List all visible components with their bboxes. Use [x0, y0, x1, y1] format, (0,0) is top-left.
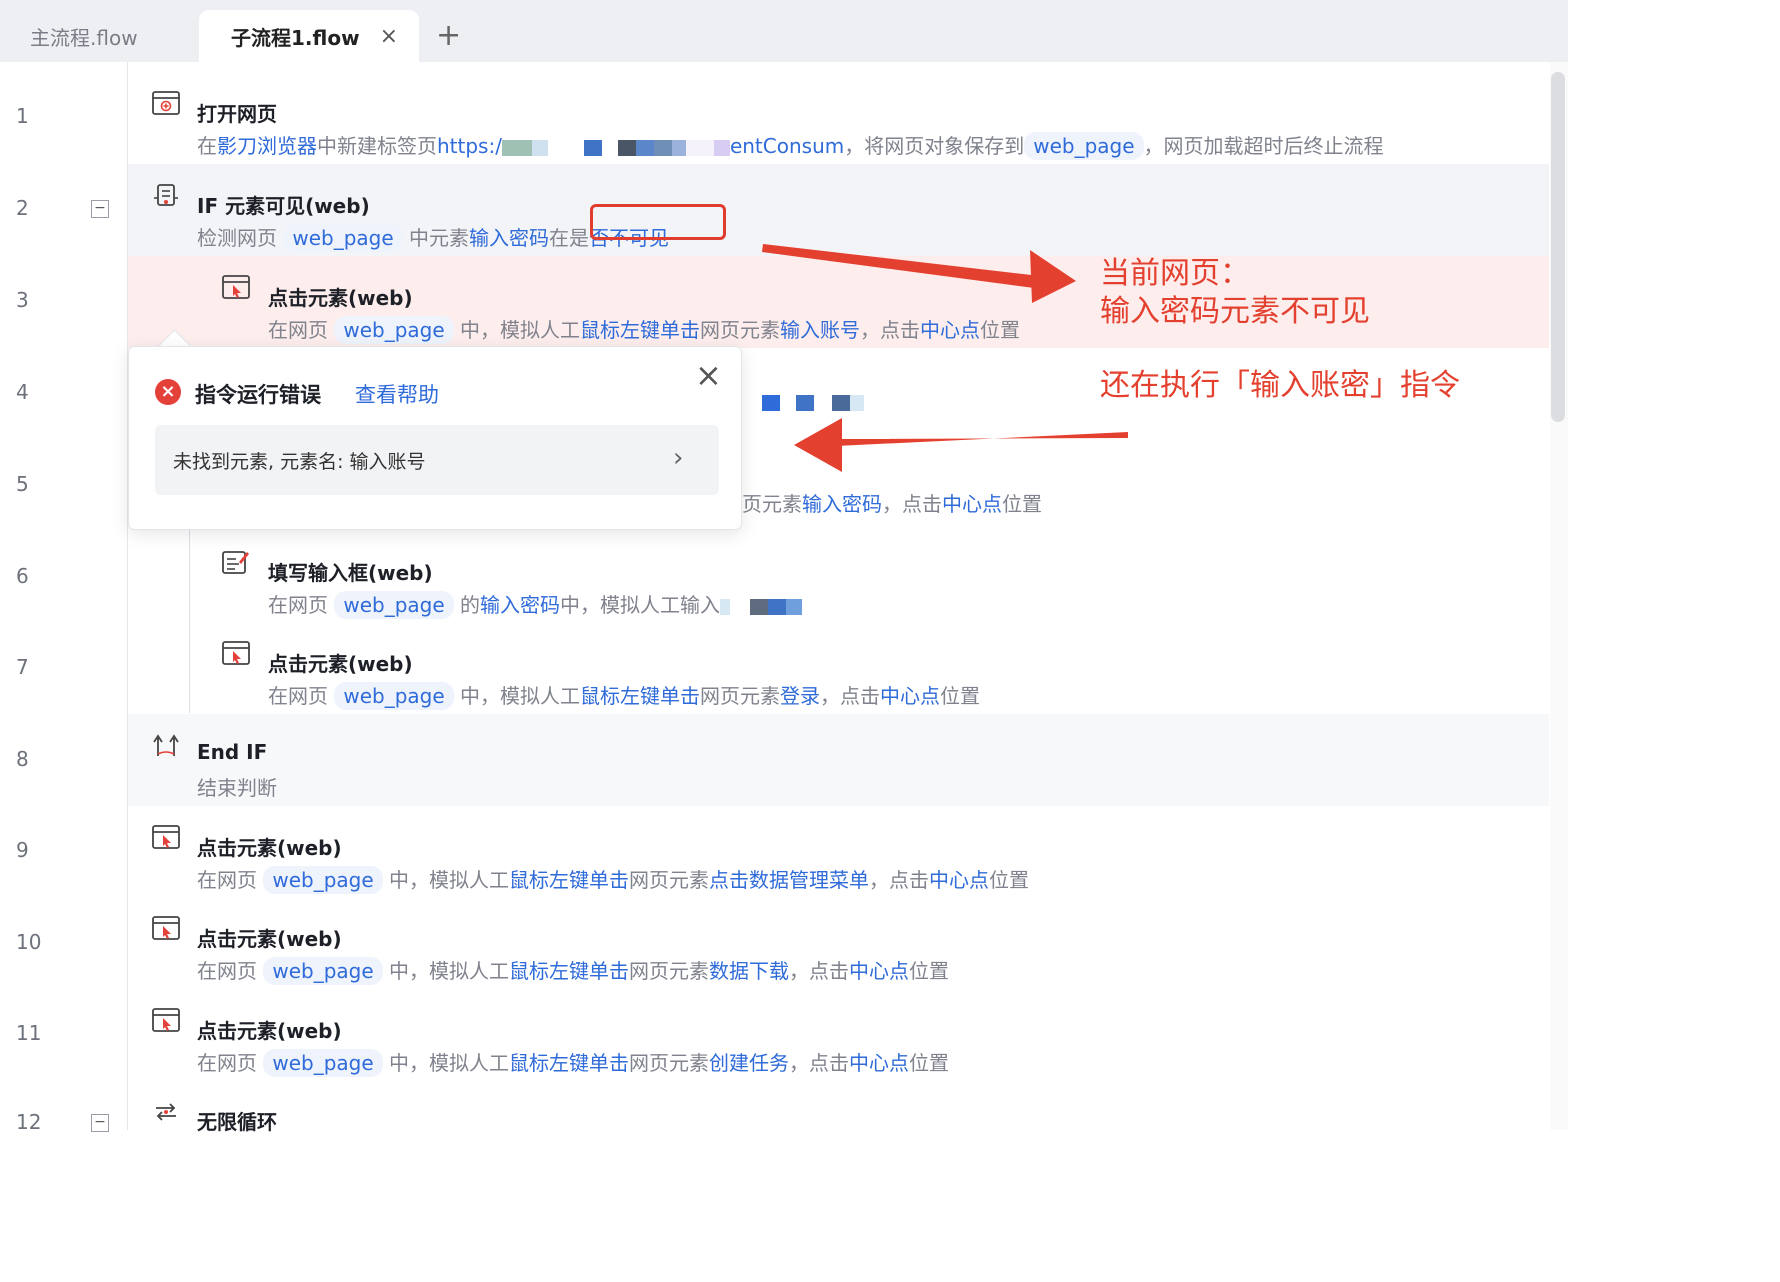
line-number: 4	[16, 380, 29, 404]
annotation-text: 输入密码元素不可见	[1100, 294, 1370, 329]
error-popup: × 指令运行错误 查看帮助 × 未找到元素, 元素名: 输入账号 ›	[128, 346, 742, 530]
step-description: 在影刀浏览器中新建标签页https:/entConsum，将网页对象保存到 web…	[197, 132, 1384, 160]
arrow-left-head	[794, 418, 842, 472]
step-row[interactable]: 打开网页 在影刀浏览器中新建标签页https:/entConsum，将网页对象保…	[128, 72, 1549, 164]
line-number: 5	[16, 472, 29, 496]
click-icon	[152, 825, 180, 849]
step-row[interactable]: 点击元素(web) 在网页 web_page 中，模拟人工鼠标左键单击网页元素登…	[128, 622, 1549, 714]
step-title: 点击元素(web)	[268, 652, 413, 676]
highlight-frame	[590, 204, 726, 240]
help-link[interactable]: 查看帮助	[355, 379, 439, 409]
step-row[interactable]: IF 元素可见(web) 检测网页 web_page 中元素输入密码在是否不可见	[128, 164, 1549, 256]
step-description: 在网页 web_page 中，模拟人工鼠标左键单击网页元素输入账号，点击中心点位…	[268, 316, 1021, 344]
variable-web-page: web_page	[1024, 132, 1144, 160]
error-icon: ×	[155, 379, 181, 405]
variable-web-page: web_page	[334, 682, 454, 710]
line-number: 3	[16, 288, 29, 312]
step-title: 点击元素(web)	[197, 1019, 342, 1043]
line-number: 2	[16, 196, 29, 220]
step-title: 点击元素(web)	[268, 286, 413, 310]
error-message-box[interactable]: 未找到元素, 元素名: 输入账号 ›	[155, 425, 719, 495]
tab-label: 子流程1.flow	[231, 25, 360, 50]
variable-web-page: web_page	[334, 591, 454, 619]
line-number: 10	[16, 930, 42, 954]
step-description: 在网页 web_page 中，模拟人工鼠标左键单击网页元素创建任务，点击中心点位…	[197, 1049, 950, 1077]
step-description: 结束判断	[197, 776, 277, 800]
variable-web-page: web_page	[263, 957, 383, 985]
step-title: 填写输入框(web)	[268, 561, 433, 585]
step-title: 打开网页	[197, 102, 277, 126]
variable-web-page: web_page	[263, 1049, 383, 1077]
click-icon	[222, 641, 250, 665]
step-title: IF 元素可见(web)	[197, 194, 370, 218]
popup-title: 指令运行错误	[195, 383, 321, 407]
step-row[interactable]: 无限循环	[128, 1080, 1549, 1134]
collapse-toggle[interactable]: −	[91, 200, 109, 218]
line-number: 12	[16, 1110, 42, 1134]
step-row[interactable]: 点击元素(web) 在网页 web_page 中，模拟人工鼠标左键单击网页元素创…	[128, 989, 1549, 1081]
tab-bar: 主流程.flow 子流程1.flow × +	[0, 0, 1568, 62]
step-row[interactable]: End IF 结束判断	[128, 714, 1549, 806]
chevron-right-icon: ›	[673, 443, 684, 473]
line-number: 9	[16, 838, 29, 862]
browser-icon	[152, 91, 180, 115]
step-description: 在网页 web_page 的输入密码中，模拟人工输入	[268, 589, 803, 619]
step-title: 点击元素(web)	[197, 836, 342, 860]
line-number: 7	[16, 655, 29, 679]
edit-icon	[222, 551, 249, 574]
annotation-text: 当前网页：	[1100, 256, 1250, 291]
step-description: 在网页 web_page 中，模拟人工鼠标左键单击网页元素数据下载，点击中心点位…	[197, 957, 950, 985]
step-title: 无限循环	[197, 1110, 277, 1134]
tab-main-flow[interactable]: 主流程.flow	[0, 10, 198, 62]
step-row[interactable]: 点击元素(web) 在网页 web_page 中，模拟人工鼠标左键单击网页元素数…	[128, 897, 1549, 989]
line-number: 11	[16, 1021, 42, 1045]
scrollbar-thumb[interactable]	[1551, 72, 1565, 422]
click-icon	[152, 1008, 180, 1032]
tab-subflow-1[interactable]: 子流程1.flow ×	[199, 10, 419, 62]
annotation-text: 还在执行「输入账密」指令	[1100, 368, 1460, 403]
add-tab-icon[interactable]: +	[436, 18, 461, 54]
step-description-partial: 页元素输入密码，点击中心点位置	[742, 492, 1042, 516]
step-description: 在网页 web_page 中，模拟人工鼠标左键单击网页元素点击数据管理菜单，点击…	[197, 866, 1030, 894]
error-message: 未找到元素, 元素名: 输入账号	[173, 451, 426, 473]
if-branch-icon	[154, 184, 178, 206]
step-title: 点击元素(web)	[197, 927, 342, 951]
arrow-left-shaft	[836, 432, 1128, 446]
tab-label: 主流程.flow	[30, 25, 138, 50]
click-icon	[152, 916, 180, 940]
variable-web-page: web_page	[334, 316, 454, 344]
step-description: 在网页 web_page 中，模拟人工鼠标左键单击网页元素登录，点击中心点位置	[268, 682, 981, 710]
line-number: 1	[16, 104, 29, 128]
collapse-toggle[interactable]: −	[91, 1114, 109, 1132]
variable-web-page: web_page	[283, 224, 403, 252]
step-row[interactable]: 点击元素(web) 在网页 web_page 中，模拟人工鼠标左键单击网页元素点…	[128, 806, 1549, 898]
line-number: 8	[16, 747, 29, 771]
blurred-content	[742, 392, 864, 411]
step-title: End IF	[197, 740, 268, 764]
step-row[interactable]: 填写输入框(web) 在网页 web_page 的输入密码中，模拟人工输入	[128, 531, 1549, 623]
line-gutter	[0, 62, 128, 1130]
close-icon[interactable]: ×	[695, 359, 722, 391]
loop-icon	[156, 1103, 176, 1121]
click-icon	[222, 275, 250, 299]
close-icon[interactable]: ×	[380, 24, 398, 49]
end-if-icon	[153, 734, 179, 756]
variable-web-page: web_page	[263, 866, 383, 894]
line-number: 6	[16, 564, 29, 588]
